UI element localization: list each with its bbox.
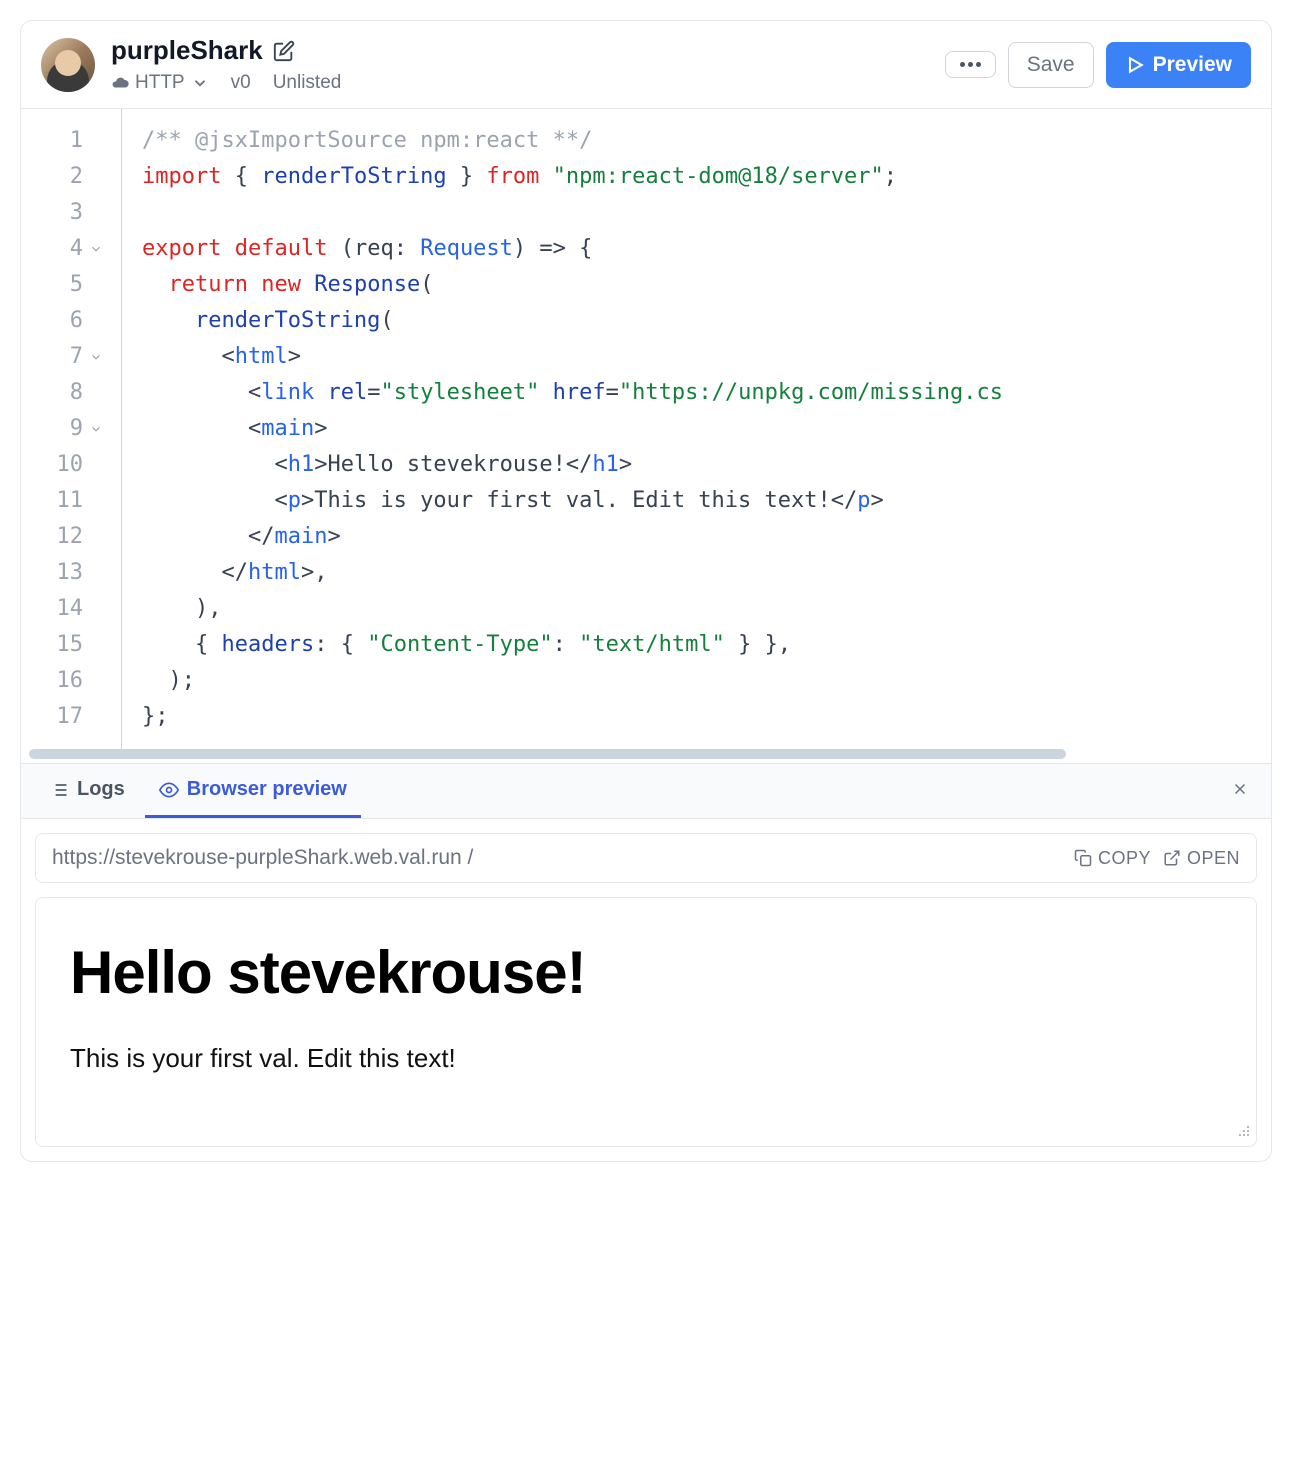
panel-close-button[interactable]: [1223, 770, 1257, 812]
preview-url[interactable]: https://stevekrouse-purpleShark.web.val.…: [52, 846, 1062, 870]
close-icon: [1231, 780, 1249, 798]
gutter-line[interactable]: 14: [21, 591, 113, 627]
gutter-line[interactable]: 12: [21, 519, 113, 555]
code-line[interactable]: ),: [142, 591, 1271, 627]
visibility-label: Unlisted: [273, 72, 342, 94]
list-icon: [49, 780, 69, 800]
horizontal-scrollbar[interactable]: [21, 749, 1271, 763]
gutter-line[interactable]: 17: [21, 699, 113, 735]
gutter-line[interactable]: 6: [21, 303, 113, 339]
code-line[interactable]: <link rel="stylesheet" href="https://unp…: [142, 375, 1271, 411]
header-bar: purpleShark HTTP v0 Unl: [21, 21, 1271, 109]
save-button[interactable]: Save: [1008, 42, 1094, 88]
version-label: v0: [231, 72, 251, 94]
code-line[interactable]: { headers: { "Content-Type": "text/html"…: [142, 627, 1271, 663]
val-type-selector[interactable]: HTTP: [111, 72, 209, 94]
gutter-line[interactable]: 15: [21, 627, 113, 663]
gutter-line[interactable]: 11: [21, 483, 113, 519]
copy-url-button[interactable]: COPY: [1074, 848, 1151, 869]
code-line[interactable]: <p>This is your first val. Edit this tex…: [142, 483, 1271, 519]
gutter-line[interactable]: 3: [21, 195, 113, 231]
gutter-line[interactable]: 8: [21, 375, 113, 411]
tab-preview-label: Browser preview: [187, 778, 347, 801]
preview-url-bar: https://stevekrouse-purpleShark.web.val.…: [35, 833, 1257, 883]
edit-title-icon[interactable]: [273, 40, 295, 62]
title-block: purpleShark HTTP v0 Unl: [111, 35, 929, 94]
tab-logs-label: Logs: [77, 778, 125, 801]
visibility-selector[interactable]: Unlisted: [273, 72, 342, 94]
code-area[interactable]: /** @jsxImportSource npm:react **/import…: [121, 109, 1271, 749]
header-actions: Save Preview: [945, 42, 1251, 88]
preview-paragraph: This is your first val. Edit this text!: [70, 1043, 1222, 1074]
preview-heading: Hello stevekrouse!: [70, 938, 1222, 1007]
app-window: purpleShark HTTP v0 Unl: [20, 20, 1272, 1162]
resize-handle[interactable]: [1234, 1121, 1250, 1142]
gutter-line[interactable]: 9: [21, 411, 113, 447]
gutter-line[interactable]: 2: [21, 159, 113, 195]
preview-frame: Hello stevekrouse! This is your first va…: [35, 897, 1257, 1147]
code-editor[interactable]: 1234567891011121314151617 /** @jsxImport…: [21, 109, 1271, 749]
tab-browser-preview[interactable]: Browser preview: [145, 764, 361, 818]
more-menu-button[interactable]: [945, 51, 996, 78]
code-line[interactable]: return new Response(: [142, 267, 1271, 303]
cloud-icon: [111, 74, 129, 92]
gutter-line[interactable]: 5: [21, 267, 113, 303]
code-line[interactable]: </html>,: [142, 555, 1271, 591]
tab-logs[interactable]: Logs: [35, 764, 139, 818]
code-line[interactable]: import { renderToString } from "npm:reac…: [142, 159, 1271, 195]
gutter-line[interactable]: 4: [21, 231, 113, 267]
preview-button[interactable]: Preview: [1106, 42, 1251, 88]
code-line[interactable]: <main>: [142, 411, 1271, 447]
panel-tabs: Logs Browser preview: [21, 763, 1271, 819]
avatar[interactable]: [41, 38, 95, 92]
gutter-line[interactable]: 7: [21, 339, 113, 375]
gutter-line[interactable]: 1: [21, 123, 113, 159]
version-selector[interactable]: v0: [231, 72, 251, 94]
play-icon: [1125, 55, 1145, 75]
code-line[interactable]: <h1>Hello stevekrouse!</h1>: [142, 447, 1271, 483]
eye-icon: [159, 780, 179, 800]
gutter-line[interactable]: 13: [21, 555, 113, 591]
code-line[interactable]: [142, 195, 1271, 231]
chevron-down-icon: [191, 74, 209, 92]
line-gutter: 1234567891011121314151617: [21, 109, 121, 749]
code-line[interactable]: );: [142, 663, 1271, 699]
external-link-icon: [1163, 849, 1181, 867]
gutter-line[interactable]: 10: [21, 447, 113, 483]
val-title: purpleShark: [111, 35, 263, 66]
code-line[interactable]: </main>: [142, 519, 1271, 555]
val-type-label: HTTP: [135, 72, 185, 94]
code-line[interactable]: renderToString(: [142, 303, 1271, 339]
open-url-button[interactable]: OPEN: [1163, 848, 1240, 869]
gutter-line[interactable]: 16: [21, 663, 113, 699]
dots-icon: [960, 62, 981, 67]
code-line[interactable]: };: [142, 699, 1271, 735]
code-line[interactable]: /** @jsxImportSource npm:react **/: [142, 123, 1271, 159]
code-line[interactable]: export default (req: Request) => {: [142, 231, 1271, 267]
code-line[interactable]: <html>: [142, 339, 1271, 375]
copy-icon: [1074, 849, 1092, 867]
